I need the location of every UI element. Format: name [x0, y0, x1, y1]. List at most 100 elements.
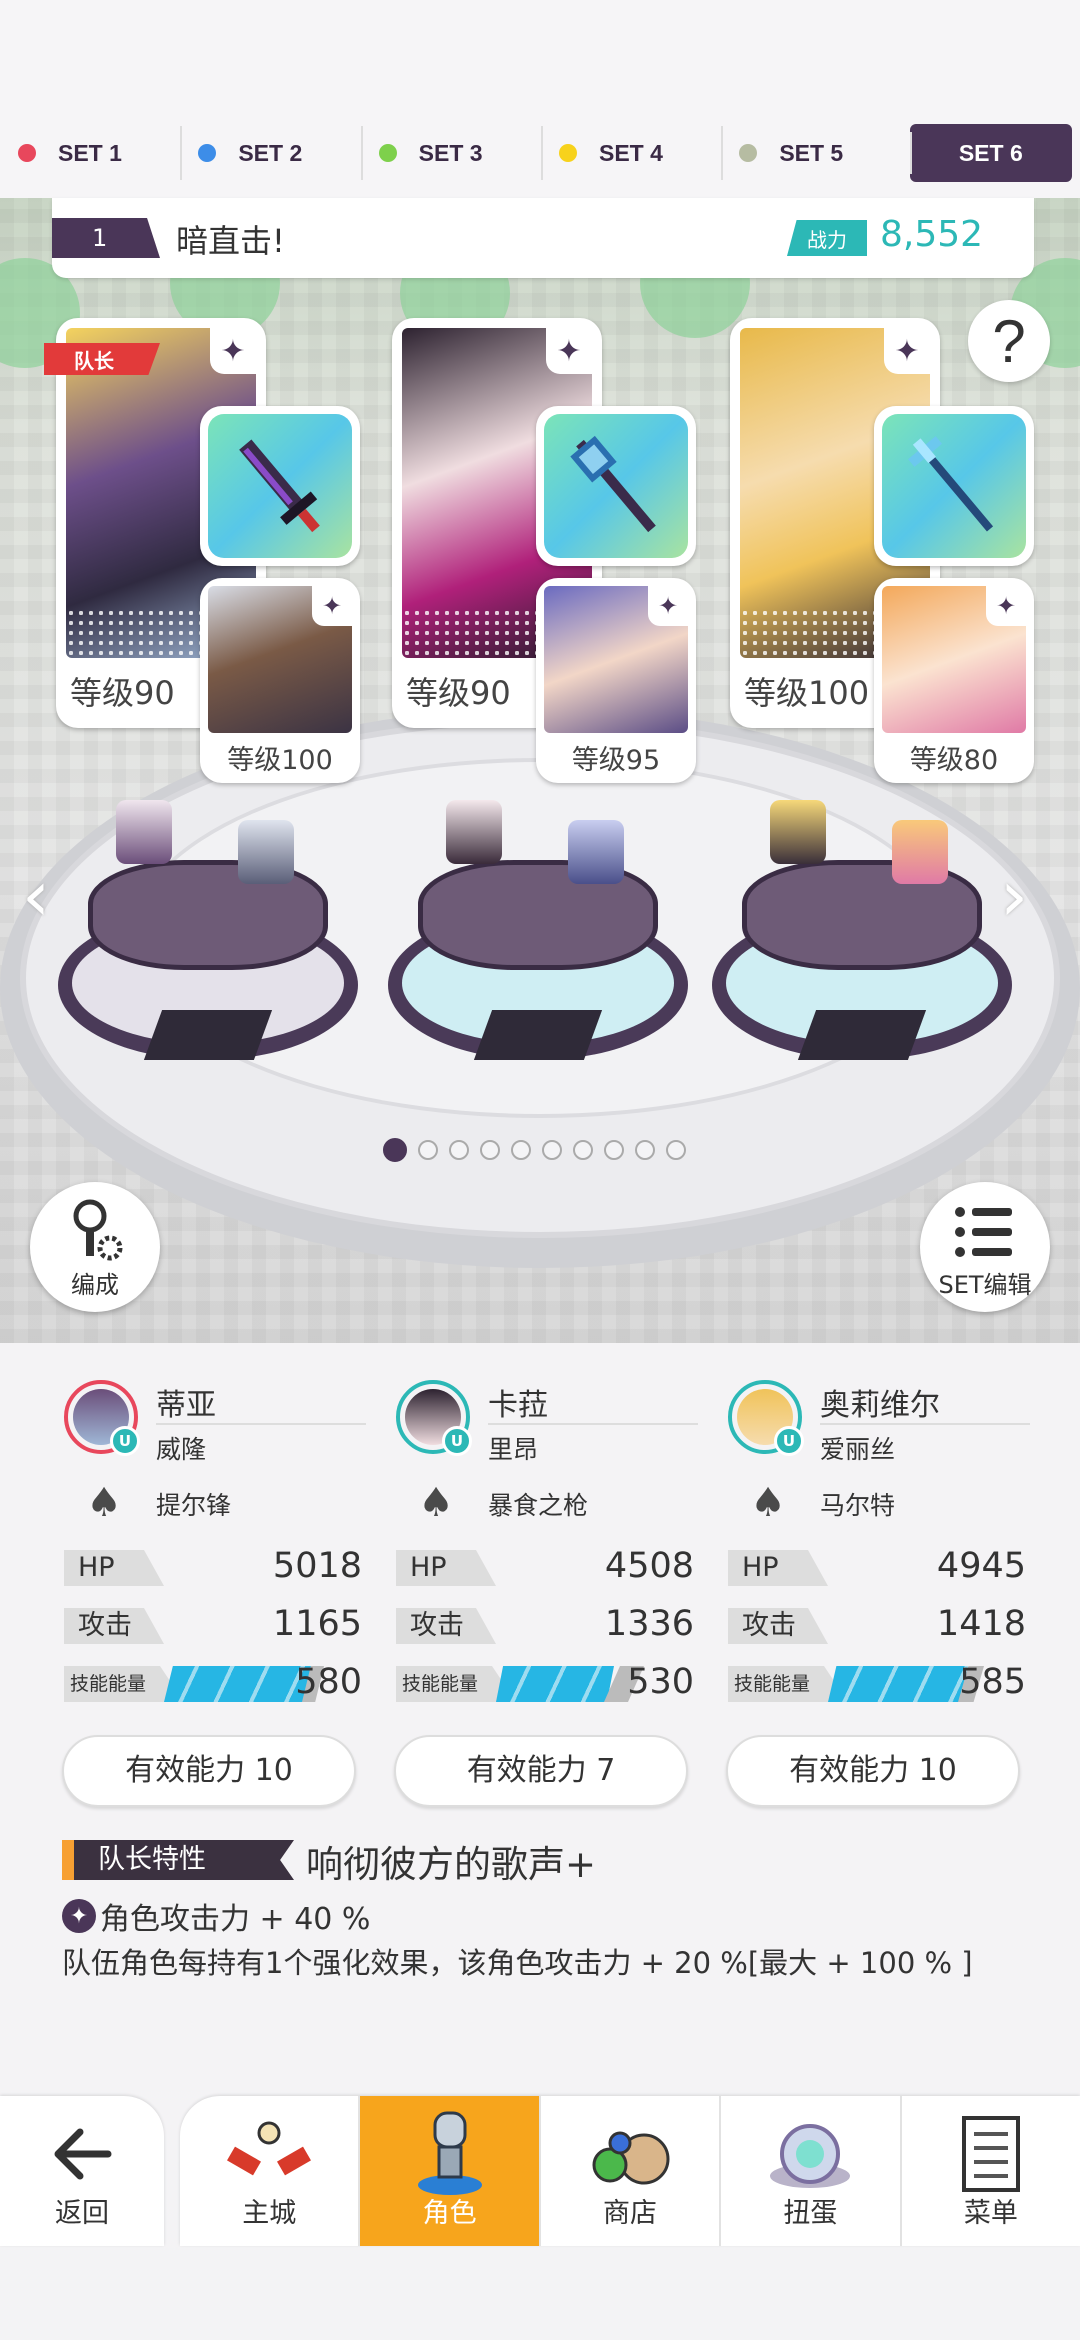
weapon-slot-1[interactable] — [200, 406, 360, 566]
tab-set-1[interactable]: SET 1 — [0, 118, 180, 188]
power-value: 8,552 — [880, 214, 984, 255]
weapon-name: 马尔特 — [820, 1491, 896, 1520]
formation-label: 编成 — [71, 1271, 119, 1299]
skill-energy-bar — [496, 1666, 614, 1702]
nav-label-gacha: 扭蛋 — [783, 2198, 838, 2229]
weapon-name: 暴食之枪 — [488, 1491, 589, 1520]
sparkle-icon: ✦ — [648, 586, 688, 626]
character-avatar[interactable]: U — [396, 1380, 472, 1456]
tab-set-3[interactable]: SET 3 — [360, 118, 541, 188]
skill-energy-row: 技能能量 585 — [728, 1662, 1026, 1706]
skill-energy-row: 技能能量 530 — [396, 1662, 694, 1706]
attack-value: 1165 — [272, 1604, 362, 1644]
partner-name: 威隆 — [156, 1435, 207, 1464]
skill-energy-bar — [828, 1666, 968, 1702]
character-name: 蒂亚 — [156, 1388, 216, 1423]
hp-label: HP — [396, 1550, 496, 1586]
team-number: 1 — [52, 218, 160, 258]
partner-name: 里昂 — [488, 1435, 539, 1464]
nav-label-home: 主城 — [242, 2198, 297, 2229]
chibi-sprite — [446, 800, 502, 864]
character-pedestal-1 — [58, 800, 358, 1090]
tab-set-2[interactable]: SET 2 — [180, 118, 360, 188]
trait-effect-1: ✦ 角色攻击力 + 40 % — [62, 1894, 370, 1938]
leader-trait-header: 队长特性 — [62, 1840, 294, 1880]
effective-ability-button-2[interactable]: 有效能力 7 — [394, 1735, 688, 1807]
attack-label: 攻击 — [728, 1608, 828, 1644]
weapon-slot-2[interactable] — [536, 406, 696, 566]
set-edit-button[interactable]: SET编辑 — [920, 1182, 1050, 1312]
attack-label: 攻击 — [396, 1608, 496, 1644]
pedestal-base — [143, 1010, 273, 1060]
u-badge: U — [774, 1426, 804, 1456]
shop-bag-icon — [541, 2114, 719, 2194]
next-set-arrow-icon[interactable]: › — [1000, 855, 1028, 937]
character-avatar[interactable]: U — [64, 1380, 140, 1456]
page-dot[interactable] — [480, 1140, 500, 1160]
character-avatar[interactable]: U — [728, 1380, 804, 1456]
set-tabs: SET 1 SET 2 SET 3 SET 4 SET 5 SET 6 — [0, 118, 1080, 188]
sub-character-card-1[interactable]: ✦ 等级100 — [200, 578, 360, 783]
effective-ability-button-3[interactable]: 有效能力 10 — [726, 1735, 1020, 1807]
sub-character-card-3[interactable]: ✦ 等级80 — [874, 578, 1034, 783]
nav-tab-menu[interactable]: 菜单 — [899, 2096, 1080, 2246]
skill-energy-bar — [164, 1666, 312, 1702]
page-dot[interactable] — [418, 1140, 438, 1160]
page-dot[interactable] — [573, 1140, 593, 1160]
hp-value: 4945 — [936, 1546, 1026, 1586]
character-name: 卡菈 — [488, 1388, 548, 1423]
bottom-navigation: 返回 主城 角色 商店 扭蛋 菜单 — [0, 2096, 1080, 2248]
leader-level: 等级90 — [70, 674, 175, 712]
team-name-bar[interactable]: 1 暗直击! 战力 8,552 — [52, 198, 1034, 278]
name-divider — [820, 1423, 1030, 1425]
set-color-dot — [378, 144, 397, 162]
tab-set-4[interactable]: SET 4 — [540, 118, 721, 188]
leader-level: 等级90 — [406, 674, 511, 712]
set-color-dot — [739, 144, 758, 162]
nav-tab-character[interactable]: 角色 — [358, 2096, 539, 2246]
skill-energy-value: 585 — [959, 1662, 1026, 1702]
sub-level: 等级95 — [571, 745, 661, 776]
leader-trait-title: 响彻彼方的歌声+ — [306, 1843, 597, 1886]
page-dot-active[interactable] — [383, 1138, 407, 1162]
chibi-sprite — [892, 820, 948, 884]
page-dot[interactable] — [666, 1140, 686, 1160]
character-pedestal-2 — [388, 800, 688, 1090]
tab-set-6[interactable]: SET 6 — [909, 124, 1072, 182]
page-dot[interactable] — [449, 1140, 469, 1160]
sparkle-icon: ✦ — [312, 586, 352, 626]
sparkle-icon: ✦ — [546, 328, 592, 374]
page-dot[interactable] — [511, 1140, 531, 1160]
sparkle-icon: ✦ — [62, 1899, 96, 1933]
nav-label-menu: 菜单 — [963, 2198, 1018, 2229]
sparkle-icon: ✦ — [884, 328, 930, 374]
page-dot[interactable] — [542, 1140, 562, 1160]
leader-trait-label: 队长特性 — [98, 1844, 206, 1875]
skill-energy-value: 530 — [627, 1662, 694, 1702]
previous-set-arrow-icon[interactable]: ‹ — [22, 855, 50, 937]
hp-value: 5018 — [272, 1546, 362, 1586]
captain-badge: 队长 — [44, 343, 160, 375]
sword-icon — [208, 414, 352, 558]
help-button[interactable]: ? — [968, 300, 1050, 382]
name-divider — [156, 1423, 366, 1425]
page-dot[interactable] — [604, 1140, 624, 1160]
page-dot[interactable] — [635, 1140, 655, 1160]
trait-effect-2: 队伍角色每持有1个强化效果，该角色攻击力 + 20 %[最大 + 100 % ] — [62, 1946, 973, 1980]
effective-ability-button-1[interactable]: 有效能力 10 — [62, 1735, 356, 1807]
weapon-slot-3[interactable] — [874, 406, 1034, 566]
nav-tab-home[interactable]: 主城 — [180, 2096, 358, 2246]
formation-button[interactable]: 编成 — [30, 1182, 160, 1312]
tab-set-5[interactable]: SET 5 — [721, 118, 901, 188]
character-pedestal-3 — [712, 800, 1012, 1090]
character-icon — [360, 2111, 538, 2195]
menu-list-icon — [902, 2114, 1080, 2194]
sub-character-card-2[interactable]: ✦ 等级95 — [536, 578, 696, 783]
nav-tab-gacha[interactable]: 扭蛋 — [719, 2096, 899, 2246]
nav-tabs: 主城 角色 商店 扭蛋 菜单 — [180, 2096, 1080, 2246]
nav-tab-shop[interactable]: 商店 — [538, 2096, 719, 2246]
back-button[interactable]: 返回 — [0, 2096, 164, 2246]
gacha-orb-icon — [721, 2114, 899, 2194]
skill-energy-value: 580 — [295, 1662, 362, 1702]
partner-name: 爱丽丝 — [820, 1435, 896, 1464]
